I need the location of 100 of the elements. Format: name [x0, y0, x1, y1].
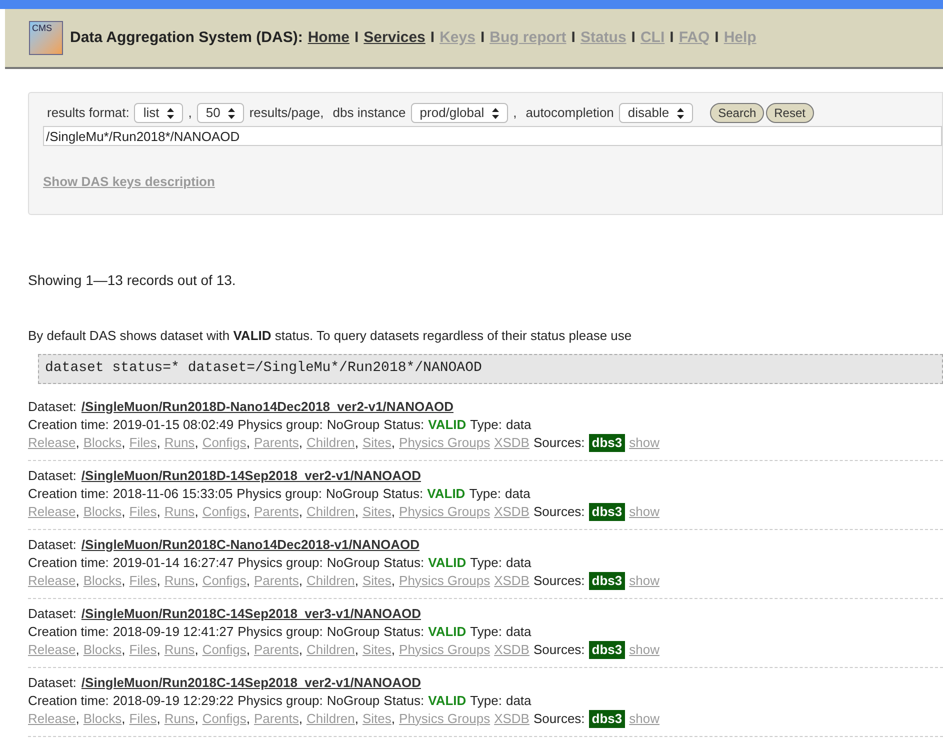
- dataset-detail-link[interactable]: Files: [129, 710, 157, 728]
- show-link[interactable]: show: [629, 640, 660, 658]
- dataset-detail-link[interactable]: Files: [129, 640, 157, 658]
- creation-label: Creation time:: [28, 554, 109, 572]
- dataset-detail-link[interactable]: Runs: [164, 434, 195, 452]
- type-value: data: [506, 554, 532, 572]
- dataset-label: Dataset:: [28, 604, 76, 622]
- show-link[interactable]: show: [629, 710, 660, 728]
- link-separator: ,: [246, 502, 250, 520]
- dataset-detail-link[interactable]: Children: [306, 710, 355, 728]
- dropdown[interactable]: list: [134, 103, 184, 123]
- dataset-detail-link[interactable]: Configs: [202, 434, 246, 452]
- dataset-detail-link[interactable]: Blocks: [83, 710, 122, 728]
- link-separator: ,: [194, 572, 198, 590]
- dataset-link[interactable]: /SingleMuon/Run2018D-Nano14Dec2018_ver2-v1/NANOAOD: [81, 398, 454, 416]
- nav-link[interactable]: Home: [308, 26, 350, 50]
- dataset-detail-link[interactable]: Configs: [202, 640, 246, 658]
- source-badge: dbs3: [588, 434, 626, 452]
- link-separator: ,: [194, 640, 198, 658]
- dataset-detail-link[interactable]: Runs: [164, 710, 195, 728]
- link-separator: ,: [298, 710, 302, 728]
- keys-description-link[interactable]: Show DAS keys description: [43, 172, 215, 192]
- dataset-detail-link[interactable]: Blocks: [83, 434, 122, 452]
- dataset-detail-link[interactable]: Physics Groups: [399, 710, 490, 728]
- dataset-detail-link[interactable]: Files: [129, 502, 157, 520]
- dataset-detail-link[interactable]: XSDB: [494, 434, 530, 452]
- link-separator: ,: [391, 572, 396, 590]
- dataset-detail-link[interactable]: Parents: [254, 572, 299, 590]
- dataset-detail-link[interactable]: Files: [129, 434, 157, 452]
- link-separator: ,: [298, 434, 302, 452]
- form-button[interactable]: Reset: [766, 103, 814, 123]
- dataset-detail-link[interactable]: Children: [306, 572, 355, 590]
- dataset-detail-link[interactable]: Runs: [164, 502, 195, 520]
- link-separator: ,: [391, 710, 396, 728]
- form-button[interactable]: Search: [710, 103, 764, 123]
- dataset-detail-link[interactable]: Sites: [362, 572, 392, 590]
- source-badge: dbs3: [588, 710, 626, 728]
- source-badge: dbs3: [588, 572, 626, 590]
- dropdown[interactable]: disable: [618, 103, 694, 123]
- dataset-detail-link[interactable]: Parents: [254, 710, 299, 728]
- type-value: data: [506, 692, 532, 710]
- group-label: Physics group:: [236, 484, 322, 502]
- dataset-detail-link[interactable]: Release: [28, 434, 76, 452]
- dataset-detail-link[interactable]: Physics Groups: [399, 434, 490, 452]
- dataset-detail-link[interactable]: Release: [28, 502, 76, 520]
- dataset-detail-link[interactable]: Configs: [202, 502, 246, 520]
- source-badge: dbs3: [588, 640, 626, 658]
- dataset-detail-link[interactable]: Parents: [254, 434, 299, 452]
- dataset-detail-link[interactable]: Physics Groups: [399, 502, 490, 520]
- link-separator: ,: [298, 640, 302, 658]
- dataset-detail-link[interactable]: Parents: [254, 502, 299, 520]
- select-arrows-icon: [677, 108, 684, 118]
- dataset-detail-link[interactable]: Release: [28, 640, 76, 658]
- dataset-link[interactable]: /SingleMuon/Run2018C-14Sep2018_ver3-v1/NANOAOD: [81, 604, 421, 622]
- query-field[interactable]: /SingleMu*/Run2018*/NANOAOD: [43, 126, 942, 146]
- dataset-detail-link[interactable]: Children: [306, 502, 355, 520]
- dataset-detail-link[interactable]: Blocks: [83, 572, 122, 590]
- show-link[interactable]: show: [629, 572, 660, 590]
- dataset-detail-link[interactable]: Sites: [362, 640, 392, 658]
- dataset-link[interactable]: /SingleMuon/Run2018C-14Sep2018_ver2-v1/NANOAOD: [81, 674, 421, 692]
- select-arrows-icon: [492, 108, 500, 118]
- dataset-detail-link[interactable]: Runs: [164, 572, 195, 590]
- link-separator: ,: [246, 572, 250, 590]
- select-arrows-icon: [167, 108, 174, 118]
- dataset-detail-link[interactable]: Sites: [362, 502, 392, 520]
- link-separator: ,: [156, 640, 160, 658]
- dataset-link[interactable]: /SingleMuon/Run2018C-Nano14Dec2018-v1/NANOAOD: [81, 536, 420, 554]
- link-separator: ,: [298, 572, 302, 590]
- nav-link[interactable]: Services: [364, 26, 426, 50]
- dataset-detail-link[interactable]: Files: [129, 572, 157, 590]
- dataset-detail-link[interactable]: Parents: [254, 640, 299, 658]
- dataset-detail-link[interactable]: Physics Groups: [399, 640, 490, 658]
- control-suffix: results/page,: [249, 104, 324, 122]
- dataset-detail-link[interactable]: Configs: [202, 710, 246, 728]
- dataset-detail-link[interactable]: Sites: [362, 710, 392, 728]
- dataset-link[interactable]: /SingleMuon/Run2018D-14Sep2018_ver2-v1/NANOAOD: [81, 466, 421, 484]
- dataset-detail-link[interactable]: XSDB: [494, 640, 530, 658]
- dataset-detail-link[interactable]: Runs: [164, 640, 195, 658]
- creation-time: 2019-01-14 16:27:47: [112, 554, 234, 572]
- dropdown[interactable]: prod/global: [410, 103, 508, 123]
- dataset-detail-link[interactable]: Children: [306, 640, 355, 658]
- dataset-detail-link[interactable]: Configs: [202, 572, 246, 590]
- dataset-detail-link[interactable]: Children: [306, 434, 355, 452]
- dataset-detail-link[interactable]: XSDB: [494, 710, 530, 728]
- dataset-detail-link[interactable]: Blocks: [83, 640, 122, 658]
- dataset-detail-link[interactable]: Sites: [362, 434, 392, 452]
- control-label: autocompletion: [526, 104, 614, 122]
- link-separator: ,: [156, 502, 160, 520]
- status-label: Status:: [384, 622, 424, 640]
- dataset-detail-link[interactable]: Blocks: [83, 502, 122, 520]
- show-link[interactable]: show: [629, 434, 660, 452]
- dataset-detail-link[interactable]: XSDB: [494, 502, 530, 520]
- dataset-detail-link[interactable]: Release: [28, 572, 76, 590]
- dataset-detail-link[interactable]: XSDB: [494, 572, 530, 590]
- type-label: Type:: [470, 416, 502, 434]
- dropdown[interactable]: 50: [196, 103, 244, 123]
- dataset-detail-link[interactable]: Release: [28, 710, 76, 728]
- logo-icon: CMS: [29, 21, 63, 55]
- dataset-detail-link[interactable]: Physics Groups: [399, 572, 490, 590]
- show-link[interactable]: show: [629, 502, 660, 520]
